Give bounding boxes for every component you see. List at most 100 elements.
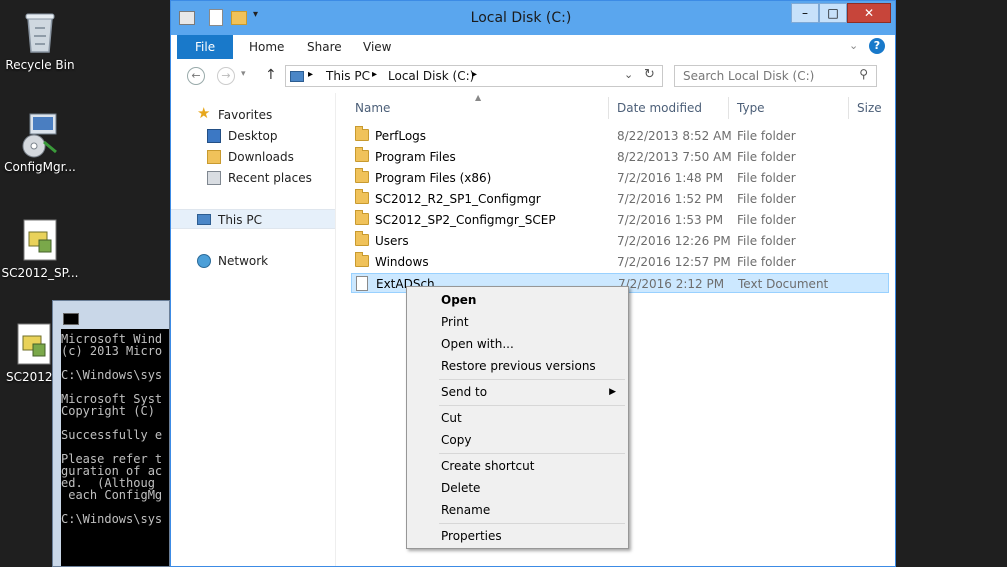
folder-icon <box>355 147 369 162</box>
navigation-pane: ★ Favorites Desktop Downloads Recent pla… <box>171 93 336 566</box>
nav-this-pc-label: This PC <box>218 213 262 227</box>
file-row[interactable]: SC2012_SP2_Configmgr_SCEP 7/2/2016 1:53 P… <box>351 210 889 230</box>
menu-separator <box>439 379 625 380</box>
chevron-right-icon[interactable]: ▸ <box>308 69 313 80</box>
command-prompt-window[interactable]: Microsoft Wind (c) 2013 Micro C:\Windows\s… <box>52 300 170 567</box>
menu-item-copy[interactable]: Copy <box>409 429 626 451</box>
submenu-arrow-icon: ▶ <box>609 387 616 397</box>
nav-network-label: Network <box>218 254 269 268</box>
text-document-icon <box>356 276 368 291</box>
title-bar[interactable]: ▾ Local Disk (C:) – □ ✕ <box>171 1 895 35</box>
menu-item-print[interactable]: Print <box>409 311 626 333</box>
file-row[interactable]: PerfLogs 8/22/2013 8:52 AM File folder <box>351 126 889 146</box>
chevron-right-icon[interactable]: ▸ <box>372 69 377 80</box>
file-name: Windows <box>375 255 429 269</box>
forward-button[interactable]: → <box>217 67 235 85</box>
console-line: (c) 2013 Micro <box>61 344 163 358</box>
minimize-button[interactable]: – <box>791 3 819 23</box>
file-name: Program Files <box>375 150 456 164</box>
file-type: File folder <box>737 213 796 227</box>
address-dropdown-icon[interactable]: ⌄ <box>624 68 633 81</box>
folder-icon <box>355 210 369 225</box>
menu-item-rename[interactable]: Rename <box>409 499 626 521</box>
menu-item-create-shortcut[interactable]: Create shortcut <box>409 455 626 477</box>
desktop-icon-sc2012-sp[interactable]: SC2012_SP... <box>0 218 80 280</box>
file-date-modified: 7/2/2016 12:57 PM <box>617 255 731 269</box>
console-line: Copyright (C) <box>61 404 155 418</box>
nav-recent-places[interactable]: Recent places <box>171 168 335 188</box>
search-input[interactable]: Search Local Disk (C:) ⚲ <box>674 65 877 87</box>
search-placeholder: Search Local Disk (C:) <box>683 69 815 83</box>
help-icon[interactable]: ? <box>869 38 885 54</box>
tab-file[interactable]: File <box>177 35 234 59</box>
file-row[interactable]: Users 7/2/2016 12:26 PM File folder <box>351 231 889 251</box>
console-output[interactable]: Microsoft Wind (c) 2013 Micro C:\Windows\s… <box>61 329 169 566</box>
menu-item-cut[interactable]: Cut <box>409 407 626 429</box>
close-button[interactable]: ✕ <box>847 3 891 23</box>
console-title-bar[interactable] <box>53 301 169 325</box>
expand-ribbon-icon[interactable]: ⌄ <box>849 39 858 52</box>
tab-home[interactable]: Home <box>235 35 298 59</box>
menu-item-restore-previous-versions[interactable]: Restore previous versions <box>409 355 626 377</box>
menu-item-properties[interactable]: Properties <box>409 525 626 547</box>
recent-places-icon <box>207 171 221 185</box>
file-date-modified: 7/2/2016 1:52 PM <box>617 192 724 206</box>
console-line: Successfully e <box>61 428 163 442</box>
menu-item-send-to[interactable]: Send to ▶ <box>409 381 626 403</box>
file-name: PerfLogs <box>375 129 427 143</box>
explorer-app-icon <box>179 11 195 25</box>
back-button[interactable]: ← <box>187 67 205 85</box>
file-date-modified: 8/22/2013 8:52 AM <box>617 129 732 143</box>
new-folder-icon[interactable] <box>231 11 247 25</box>
history-dropdown-icon[interactable]: ▾ <box>241 69 246 79</box>
column-header-name[interactable]: Name <box>347 97 609 119</box>
file-type: File folder <box>737 171 796 185</box>
file-row[interactable]: Program Files (x86) 7/2/2016 1:48 PM File … <box>351 168 889 188</box>
desktop-icon-configmgr[interactable]: ConfigMgr... <box>0 112 80 174</box>
up-button[interactable]: ↑ <box>265 67 277 83</box>
nav-desktop[interactable]: Desktop <box>171 126 335 146</box>
nav-downloads[interactable]: Downloads <box>171 147 335 167</box>
network-icon <box>197 254 211 268</box>
column-header-type[interactable]: Type <box>729 97 849 119</box>
refresh-icon[interactable]: ↻ <box>644 67 655 82</box>
file-row[interactable]: SC2012_R2_SP1_Configmgr 7/2/2016 1:52 PM F… <box>351 189 889 209</box>
menu-item-open-with[interactable]: Open with... <box>409 333 626 355</box>
tab-view[interactable]: View <box>349 35 405 59</box>
nav-desktop-label: Desktop <box>228 129 278 143</box>
nav-network[interactable]: Network <box>171 251 335 271</box>
window-title: Local Disk (C:) <box>470 10 572 26</box>
nav-this-pc[interactable]: This PC <box>171 209 335 229</box>
desktop-icon-sc2012-s[interactable]: SC2012_S <box>0 322 52 384</box>
recycle-bin-icon <box>20 10 60 54</box>
nav-favorites-label: Favorites <box>218 108 273 122</box>
search-icon[interactable]: ⚲ <box>859 67 868 81</box>
file-date-modified: 7/2/2016 1:48 PM <box>617 171 724 185</box>
customize-toolbar-icon[interactable]: ▾ <box>253 9 258 20</box>
tab-share[interactable]: Share <box>293 35 356 59</box>
folder-icon <box>355 126 369 141</box>
file-name: SC2012_R2_SP1_Configmgr <box>375 192 541 206</box>
menu-item-delete[interactable]: Delete <box>409 477 626 499</box>
file-date-modified: 7/2/2016 12:26 PM <box>617 234 731 248</box>
installer-icon <box>20 112 60 158</box>
chevron-right-icon[interactable]: ▸ <box>472 69 477 80</box>
address-bar[interactable]: ▸ This PC ▸ Local Disk (C:) ▸ ⌄ ↻ <box>285 65 663 87</box>
column-header-size[interactable]: Size <box>849 97 895 119</box>
ribbon-tabs: File Home Share View ⌄ ? <box>171 35 895 60</box>
file-row[interactable]: Program Files 8/22/2013 7:50 AM File folde… <box>351 147 889 167</box>
console-icon <box>63 313 79 325</box>
breadcrumb-local-disk[interactable]: Local Disk (C:) <box>388 69 474 83</box>
menu-item-open[interactable]: Open <box>409 289 626 311</box>
nav-favorites[interactable]: ★ Favorites <box>171 105 335 125</box>
file-type: File folder <box>737 234 796 248</box>
column-header-date[interactable]: Date modified <box>609 97 729 119</box>
desktop-icon-label: SC2012_S <box>6 370 52 384</box>
file-row[interactable]: Windows 7/2/2016 12:57 PM File folder <box>351 252 889 272</box>
desktop-icon-recycle-bin[interactable]: Recycle Bin <box>0 10 80 72</box>
maximize-button[interactable]: □ <box>819 3 847 23</box>
properties-icon[interactable] <box>209 9 223 26</box>
breadcrumb-this-pc[interactable]: This PC <box>326 69 370 83</box>
menu-separator <box>439 523 625 524</box>
this-pc-icon <box>290 71 304 82</box>
